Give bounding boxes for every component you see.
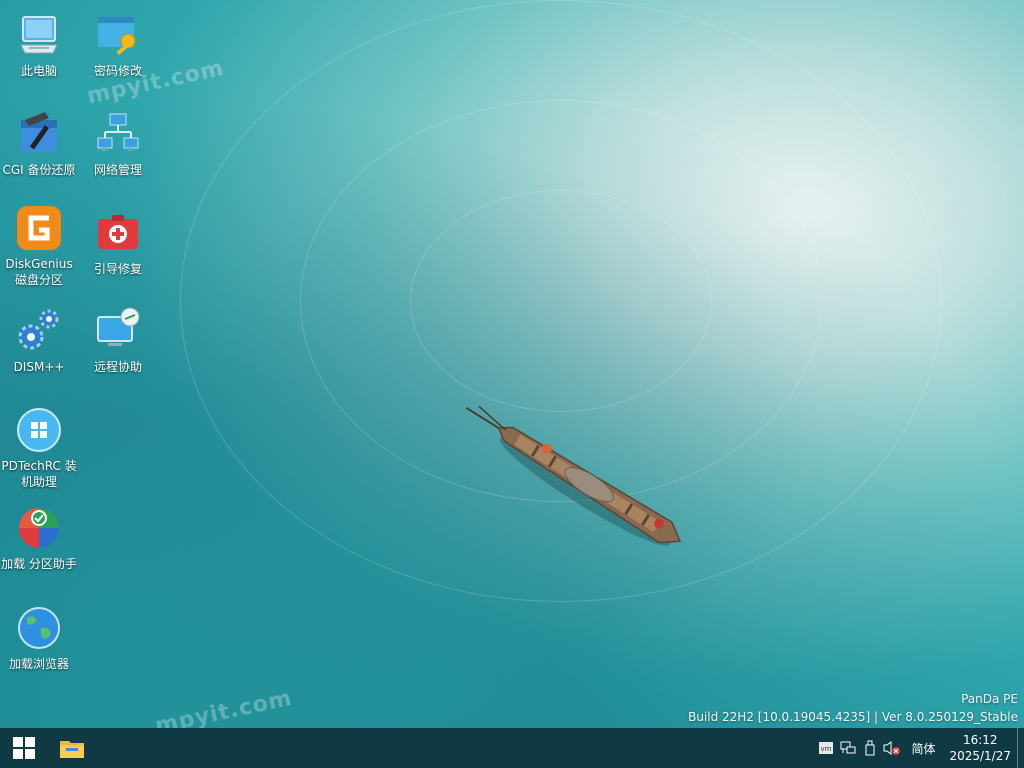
windows-logo-icon bbox=[13, 737, 35, 759]
tray-vmware[interactable]: vm bbox=[815, 728, 837, 768]
vmware-icon: vm bbox=[819, 742, 834, 754]
taskbar: vm 简体 16:12 2025/1/27 bbox=[0, 728, 1024, 768]
desktop-icon-partition-assistant[interactable]: 加载 分区助手 bbox=[1, 504, 77, 572]
partition-assistant-icon bbox=[15, 504, 63, 552]
desktop-icon-label: DISM++ bbox=[13, 360, 65, 374]
taskbar-file-explorer[interactable] bbox=[48, 728, 96, 768]
usb-device-icon bbox=[865, 740, 875, 756]
tray-usb[interactable] bbox=[859, 728, 881, 768]
ime-indicator[interactable]: 简体 bbox=[903, 740, 943, 757]
file-explorer-icon bbox=[60, 741, 84, 758]
desktop-icon-label: DiskGenius 磁盘分区 bbox=[5, 257, 73, 287]
desktop-icon-label: 加载浏览器 bbox=[8, 657, 69, 671]
system-tray: vm 简体 16:12 2025/1/27 bbox=[815, 728, 1024, 768]
remote-assist-icon bbox=[94, 307, 142, 355]
tray-volume[interactable] bbox=[881, 728, 903, 768]
build-info-product: PanDa PE bbox=[961, 692, 1018, 706]
desktop-icon-network[interactable]: 网络管理 bbox=[80, 110, 156, 178]
clock-date: 2025/1/27 bbox=[949, 749, 1011, 763]
volume-muted-icon bbox=[883, 741, 901, 755]
desktop-icon-remote-assist[interactable]: 远程协助 bbox=[80, 307, 156, 375]
desktop-icon-label: 引导修复 bbox=[93, 262, 142, 276]
clock[interactable]: 16:12 2025/1/27 bbox=[943, 732, 1017, 764]
desktop-icon-cgi[interactable]: CGI 备份还原 bbox=[1, 110, 77, 178]
start-button[interactable] bbox=[0, 728, 48, 768]
computer-icon bbox=[15, 11, 63, 59]
network-icon bbox=[840, 741, 856, 754]
build-info-version: Build 22H2 [10.0.19045.4235] | Ver 8.0.2… bbox=[688, 710, 1018, 724]
desktop-icon-label: 网络管理 bbox=[93, 163, 142, 177]
wallpaper-boat bbox=[465, 405, 682, 546]
desktop-icon-boot-repair[interactable]: 引导修复 bbox=[80, 209, 156, 277]
network-icon bbox=[94, 110, 142, 158]
boot-repair-icon bbox=[94, 209, 142, 257]
dism-gears-icon bbox=[15, 307, 63, 355]
pdtechrc-icon bbox=[15, 406, 63, 454]
desktop-icon-pdtechrc[interactable]: PDTechRC 装机助理 bbox=[1, 406, 77, 490]
show-desktop-button[interactable] bbox=[1017, 728, 1024, 768]
desktop-icon-label: 加载 分区助手 bbox=[1, 557, 77, 571]
desktop-icon-label: 远程协助 bbox=[93, 360, 142, 374]
password-key-icon bbox=[94, 11, 142, 59]
desktop-icon-browser[interactable]: 加载浏览器 bbox=[1, 604, 77, 672]
build-info: PanDa PE Build 22H2 [10.0.19045.4235] | … bbox=[688, 690, 1018, 726]
desktop-icon-label: 密码修改 bbox=[93, 64, 142, 78]
cgi-backup-icon bbox=[15, 110, 63, 158]
desktop-icon-dism[interactable]: DISM++ bbox=[1, 307, 77, 375]
diskgenius-icon bbox=[15, 204, 63, 252]
desktop-icon-label: 此电脑 bbox=[20, 64, 57, 78]
wallpaper-ripple bbox=[410, 190, 712, 412]
clock-time: 16:12 bbox=[962, 733, 998, 747]
desktop-icon-this-pc[interactable]: 此电脑 bbox=[1, 11, 77, 79]
svg-text:vm: vm bbox=[821, 745, 832, 753]
desktop-icon-diskgenius[interactable]: DiskGenius 磁盘分区 bbox=[1, 204, 77, 288]
desktop-icon-label: CGI 备份还原 bbox=[2, 163, 76, 177]
tray-network[interactable] bbox=[837, 728, 859, 768]
browser-globe-icon bbox=[15, 604, 63, 652]
desktop-icon-label: PDTechRC 装机助理 bbox=[1, 459, 77, 489]
desktop-icon-password[interactable]: 密码修改 bbox=[80, 11, 156, 79]
